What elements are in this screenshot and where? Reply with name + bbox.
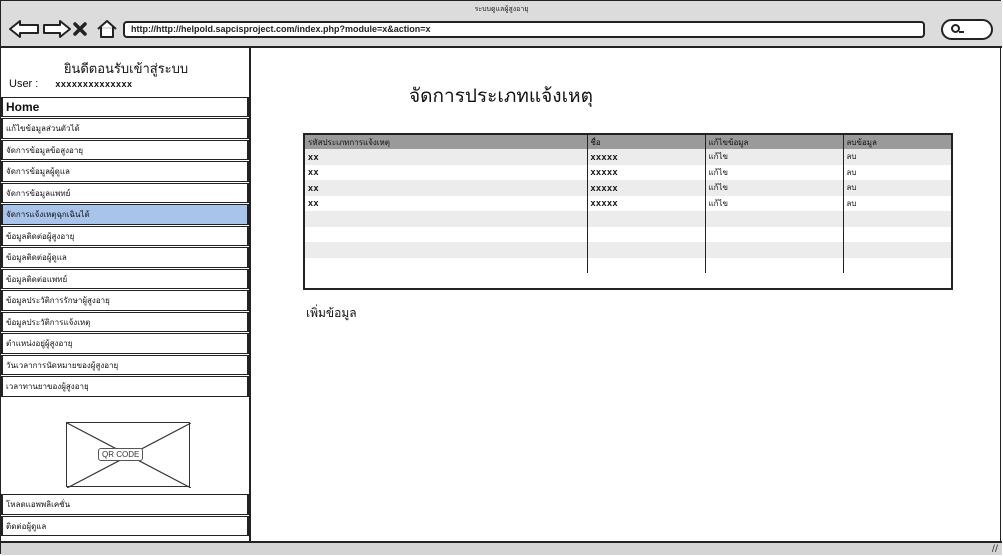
table-row xyxy=(305,242,951,258)
search-box[interactable] xyxy=(941,19,993,40)
cell-code: xx xyxy=(305,180,587,196)
arrow-left-icon[interactable] xyxy=(7,18,41,40)
edit-link[interactable]: แก้ไข xyxy=(704,164,843,180)
column-header-code: รหัสประเภทการแจ้งเหตุ xyxy=(305,135,587,149)
cell-name: xxxxx xyxy=(586,195,705,211)
delete-link[interactable]: ลบ xyxy=(842,180,951,196)
cell-code xyxy=(305,211,587,227)
sidebar-item-appointments[interactable]: วันเวลาการนัดหมายของผู้สูงอายุ xyxy=(1,354,249,375)
user-value: xxxxxxxxxxxxxx xyxy=(55,79,133,89)
sidebar-item-home[interactable]: Home xyxy=(1,97,249,117)
sidebar-bottom-menu: โหลดแอพพลิเคชั่น ติดต่อผู้ดูแล xyxy=(1,494,249,537)
cell-code xyxy=(305,227,587,243)
sidebar-item-manage-caregiver[interactable]: จัดการข้อมูลผู้ดูแล xyxy=(1,161,249,182)
table-row xyxy=(305,226,951,243)
cell-code: xx xyxy=(308,198,320,209)
sidebar: ยินดีตอนรับเข้าสู่ระบบ User : xxxxxxxxxx… xyxy=(1,48,251,541)
cell-delete xyxy=(842,257,951,273)
edit-link[interactable]: แก้ไข xyxy=(704,180,843,196)
incident-type-table: รหัสประเภทการแจ้งเหตุ ชื่อ แก้ไขข้อมูล ล… xyxy=(303,133,953,290)
sidebar-item-treatment-history[interactable]: ข้อมูลประวัติการรักษาผู้สูงอายุ xyxy=(1,290,249,311)
table-row xyxy=(305,257,951,274)
cell-edit xyxy=(704,226,843,242)
cell-name: xxxxx xyxy=(586,164,705,180)
arrow-right-icon[interactable] xyxy=(41,18,73,40)
edit-link[interactable]: แก้ไข xyxy=(704,149,843,165)
resize-grip-icon[interactable]: ∕∕ xyxy=(992,544,998,554)
column-header-delete: ลบข้อมูล xyxy=(842,135,951,149)
cell-edit xyxy=(704,211,843,227)
edit-link[interactable]: แก้ไข xyxy=(704,195,843,211)
cell-code xyxy=(305,258,587,274)
cell-code: xx xyxy=(308,167,320,178)
table-row: xx xxxxx แก้ไข ลบ xyxy=(305,180,951,196)
cell-name: xxxxx xyxy=(586,149,705,165)
table-row: xx xxxxx แก้ไข ลบ xyxy=(305,164,951,180)
qr-code-image: QR CODE xyxy=(66,422,191,488)
search-icon xyxy=(951,24,964,33)
cell-name: xxxxx xyxy=(586,180,705,196)
browser-window: ระบบดูแลผู้สูงอายุ http://http://helpold… xyxy=(0,0,1002,555)
cell-name xyxy=(586,242,705,258)
sidebar-item-elderly-location[interactable]: ตำแหน่งอยู่ผู้สูงอายุ xyxy=(1,333,249,354)
sidebar-item-contact-doctor[interactable]: ข้อมูลติดต่อแพทย์ xyxy=(1,268,249,289)
delete-link[interactable]: ลบ xyxy=(842,164,951,180)
cell-name xyxy=(586,211,705,227)
add-data-link[interactable]: เพิ่มข้อมูล xyxy=(306,304,357,323)
column-header-name: ชื่อ xyxy=(586,135,705,149)
cell-edit xyxy=(704,242,843,258)
cell-delete xyxy=(842,211,951,227)
column-header-edit: แก้ไขข้อมูล xyxy=(704,135,843,149)
delete-link[interactable]: ลบ xyxy=(842,149,951,165)
browser-toolbar: ระบบดูแลผู้สูงอายุ http://http://helpold… xyxy=(1,1,1002,48)
window-title: ระบบดูแลผู้สูงอายุ xyxy=(474,5,529,13)
sidebar-menu: Home แก้ไขข้อมูลส่วนตัวได้ จัดการข้อมูลข… xyxy=(1,97,249,398)
sidebar-item-edit-profile[interactable]: แก้ไขข้อมูลส่วนตัวได้ xyxy=(1,118,249,139)
welcome-text: ยินดีตอนรับเข้าสู่ระบบ xyxy=(63,62,189,77)
table-row: xx xxxxx แก้ไข ลบ xyxy=(305,149,951,165)
cell-name xyxy=(586,226,705,242)
table-row xyxy=(305,211,951,227)
delete-link[interactable]: ลบ xyxy=(842,195,951,211)
cell-code: xx xyxy=(305,149,587,165)
status-bar: ∕∕ xyxy=(1,541,1002,555)
url-bar[interactable]: http://http://helpold.sapcisproject.com/… xyxy=(123,21,925,38)
page-title: จัดการประเภทแจ้งเหตุ xyxy=(409,85,593,107)
sidebar-item-download-app[interactable]: โหลดแอพพลิเคชั่น xyxy=(1,494,249,515)
sidebar-item-report-history[interactable]: ข้อมูลประวัติการแจ้งเหตุ xyxy=(1,311,249,332)
user-label: User : xyxy=(9,78,39,90)
sidebar-item-contact-caregiver[interactable]: ข้อมูลติดต่อผู้ดูแล xyxy=(1,247,249,268)
cell-code xyxy=(305,242,587,258)
table-row: xx xxxxx แก้ไข ลบ xyxy=(305,195,951,211)
table-header-row: รหัสประเภทการแจ้งเหตุ ชื่อ แก้ไขข้อมูล ล… xyxy=(305,135,951,149)
cell-delete xyxy=(842,226,951,242)
cell-name xyxy=(586,257,705,273)
sidebar-item-contact-admin[interactable]: ติดต่อผู้ดูแล xyxy=(1,515,249,536)
home-icon[interactable] xyxy=(95,18,119,40)
sidebar-item-manage-doctor[interactable]: จัดการข้อมูลแพทย์ xyxy=(1,182,249,203)
close-icon[interactable] xyxy=(71,18,89,40)
qr-code-label: QR CODE xyxy=(98,448,144,461)
sidebar-item-manage-emergency[interactable]: จัดการแจ้งเหตุฉุกเฉินได้ xyxy=(1,204,249,225)
sidebar-item-medication-time[interactable]: เวลาทานยาของผู้สูงอายุ xyxy=(1,376,249,397)
sidebar-item-contact-elderly[interactable]: ข้อมูลติดต่อผู้สูงอายุ xyxy=(1,225,249,246)
user-row: User : xxxxxxxxxxxxxx xyxy=(9,78,132,90)
sidebar-item-manage-elderly[interactable]: จัดการข้อมูลข้อสูงอายุ xyxy=(1,139,249,160)
cell-edit xyxy=(704,257,843,273)
cell-delete xyxy=(842,242,951,258)
